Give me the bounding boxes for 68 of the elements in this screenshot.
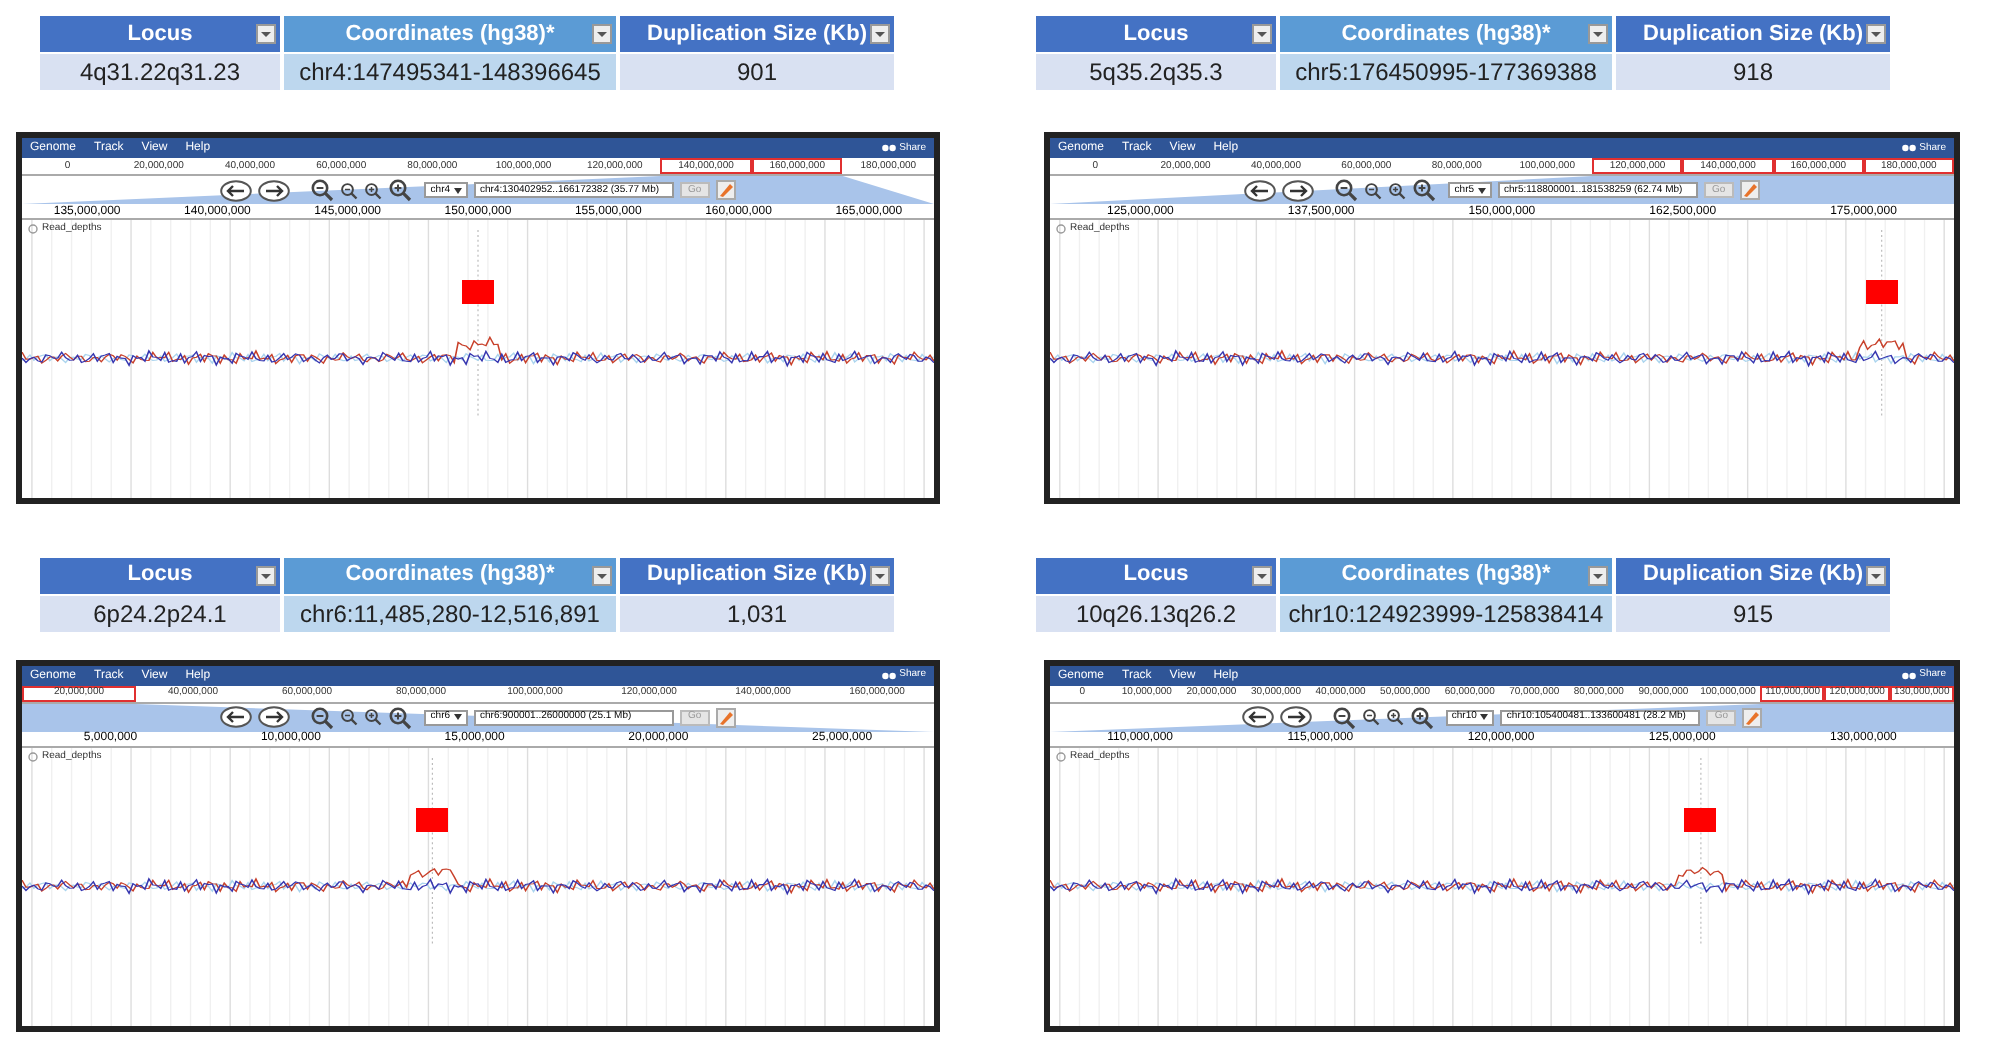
track-toggle-icon[interactable]: [28, 751, 38, 761]
zoom-out-icon[interactable]: [310, 705, 335, 729]
highlighter-icon[interactable]: [1739, 180, 1760, 200]
column-header[interactable]: Duplication Size (Kb): [620, 16, 894, 52]
filter-dropdown-icon[interactable]: [592, 24, 612, 44]
highlighter-icon[interactable]: [715, 180, 736, 200]
caret-icon: [454, 714, 463, 720]
track-toggle-icon[interactable]: [1056, 224, 1066, 234]
filter-dropdown-icon[interactable]: [870, 565, 890, 585]
zoom-in-icon[interactable]: [1385, 708, 1404, 726]
table-cell: chr4:147495341-148396645: [284, 54, 616, 90]
filter-dropdown-icon[interactable]: [1252, 24, 1272, 44]
filter-dropdown-icon[interactable]: [256, 24, 276, 44]
table-cell: chr10:124923999-125838414: [1280, 595, 1612, 631]
column-header[interactable]: Locus: [1036, 16, 1276, 52]
column-header[interactable]: Locus: [1036, 557, 1276, 593]
zoom-in-icon[interactable]: [388, 705, 413, 729]
zoom-in-icon[interactable]: [1409, 705, 1434, 729]
zoom-out-icon[interactable]: [310, 178, 335, 202]
binoculars-icon: [881, 671, 896, 679]
marker: [1684, 807, 1717, 831]
filter-dropdown-icon[interactable]: [1866, 565, 1886, 585]
zoom-out-icon[interactable]: [1334, 178, 1359, 202]
caret-icon: [1478, 187, 1487, 193]
binoculars-icon: [1901, 144, 1916, 152]
zoom-out-icon[interactable]: [1331, 705, 1356, 729]
table-cell: 5q35.2q35.3: [1036, 54, 1276, 90]
track-toggle-icon[interactable]: [28, 224, 38, 234]
filter-dropdown-icon[interactable]: [1252, 565, 1272, 585]
table-cell: 915: [1616, 595, 1890, 631]
zoom-in-icon[interactable]: [388, 178, 413, 202]
filter-dropdown-icon[interactable]: [1588, 24, 1608, 44]
zoom-in-icon[interactable]: [364, 708, 383, 726]
filter-dropdown-icon[interactable]: [1588, 565, 1608, 585]
column-header[interactable]: Duplication Size (Kb): [1616, 557, 1890, 593]
table-cell: 10q26.13q26.2: [1036, 595, 1276, 631]
binoculars-icon: [1901, 671, 1916, 679]
caret-icon: [1480, 714, 1489, 720]
marker: [1865, 280, 1898, 304]
zoom-out-icon[interactable]: [340, 181, 359, 199]
filter-dropdown-icon[interactable]: [592, 565, 612, 585]
table-cell: chr5:176450995-177369388: [1280, 54, 1612, 90]
zoom-out-icon[interactable]: [1361, 708, 1380, 726]
zoom-in-icon[interactable]: [1388, 181, 1407, 199]
column-header[interactable]: Duplication Size (Kb): [620, 557, 894, 593]
highlighter-icon[interactable]: [715, 707, 736, 727]
filter-dropdown-icon[interactable]: [256, 565, 276, 585]
caret-icon: [454, 187, 463, 193]
table-cell: 1,031: [620, 595, 894, 631]
track-toggle-icon[interactable]: [1056, 751, 1066, 761]
marker: [462, 280, 494, 304]
table-cell: 4q31.22q31.23: [40, 54, 280, 90]
zoom-out-icon[interactable]: [1364, 181, 1383, 199]
table-cell: 901: [620, 54, 894, 90]
binoculars-icon: [881, 144, 896, 152]
zoom-in-icon[interactable]: [364, 181, 383, 199]
column-header[interactable]: Locus: [40, 16, 280, 52]
marker: [416, 807, 449, 831]
column-header[interactable]: Locus: [40, 557, 280, 593]
filter-dropdown-icon[interactable]: [870, 24, 890, 44]
highlighter-icon[interactable]: [1742, 707, 1763, 727]
filter-dropdown-icon[interactable]: [1866, 24, 1886, 44]
table-cell: chr6:11,485,280-12,516,891: [284, 595, 616, 631]
column-header[interactable]: Duplication Size (Kb): [1616, 16, 1890, 52]
table-cell: 6p24.2p24.1: [40, 595, 280, 631]
table-cell: 918: [1616, 54, 1890, 90]
zoom-in-icon[interactable]: [1412, 178, 1437, 202]
zoom-out-icon[interactable]: [340, 708, 359, 726]
